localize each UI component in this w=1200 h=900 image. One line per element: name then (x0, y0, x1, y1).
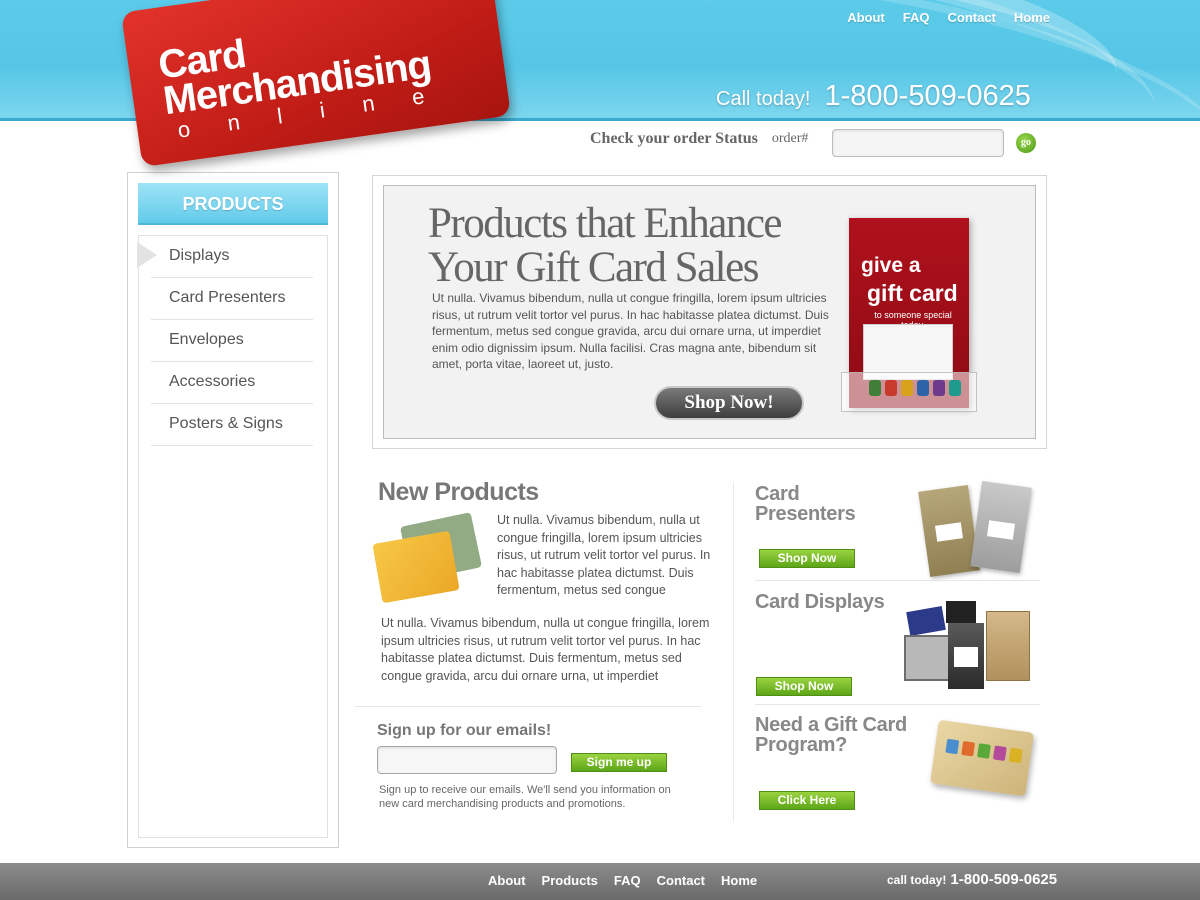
footer-phone: 1-800-509-0625 (950, 871, 1058, 888)
card-displays-shop-button[interactable]: Shop Now (756, 677, 852, 696)
top-nav-home[interactable]: Home (1014, 10, 1050, 25)
gift-card-display-image: give a gift card to someone special toda… (839, 212, 979, 412)
card-displays-image (900, 595, 1035, 695)
footer-nav-about[interactable]: About (488, 873, 526, 888)
sign-me-up-button[interactable]: Sign me up (571, 753, 667, 772)
order-number-label: order# (771, 131, 809, 146)
presenter-window (987, 520, 1015, 540)
signup-text: Sign up to receive our emails. We'll sen… (379, 784, 671, 810)
top-nav-contact[interactable]: Contact (947, 10, 995, 25)
divider (755, 580, 1040, 581)
call-today-label: Call today! (716, 88, 811, 110)
footer: About Products FAQ Contact Home call tod… (0, 863, 1200, 900)
signup-title: Sign up for our emails! (377, 722, 552, 739)
display-card (954, 647, 978, 667)
hero-text: Ut nulla. Vivamus bibendum, nulla ut con… (432, 291, 829, 371)
sidebar-item-posters-signs[interactable]: Posters & Signs (151, 404, 313, 446)
new-products-title: New Products (378, 478, 539, 506)
phone-number: 1-800-509-0625 (824, 80, 1031, 112)
click-here-button[interactable]: Click Here (759, 791, 855, 810)
new-products-text-2: Ut nulla. Vivamus bibendum, nulla ut con… (381, 616, 710, 683)
hero-title: Products that Enhance Your Gift Card Sal… (428, 200, 783, 291)
sidebar-item-accessories[interactable]: Accessories (151, 362, 313, 404)
display-box (986, 611, 1030, 681)
card-presenters-title: Card Presenters (755, 483, 856, 525)
footer-call: call today! 1-800-509-0625 (887, 871, 1057, 888)
hero-banner: Products that Enhance Your Gift Card Sal… (372, 175, 1047, 449)
display-sign-black (946, 601, 976, 623)
card-displays-title: Card Displays (755, 591, 885, 613)
card-presenters-image (918, 480, 1035, 580)
new-products-text-1: Ut nulla. Vivamus bibendum, nulla ut con… (497, 513, 711, 597)
display-text-2: gift card (867, 280, 958, 306)
sidebar-item-card-presenters[interactable]: Card Presenters (151, 278, 313, 320)
footer-nav-contact[interactable]: Contact (657, 873, 705, 888)
gift-card-program-image (930, 719, 1035, 800)
card-yellow (372, 530, 460, 604)
sidebar-item-displays[interactable]: Displays (151, 236, 313, 278)
display-text-1: give a (861, 254, 921, 277)
sidebar-menu: Displays Card Presenters Envelopes Acces… (137, 235, 328, 838)
order-status-label: Check your order Status (590, 130, 758, 147)
column-divider (733, 482, 734, 822)
top-nav: About FAQ Contact Home (847, 10, 1050, 25)
divider (755, 704, 1040, 705)
display-sign-blue (906, 606, 946, 636)
sidebar: PRODUCTS Displays Card Presenters Envelo… (127, 172, 339, 848)
gift-cards-image (372, 512, 490, 605)
divider (355, 706, 701, 707)
display-rack (904, 635, 950, 681)
top-nav-about[interactable]: About (847, 10, 885, 25)
footer-nav: About Products FAQ Contact Home (488, 873, 757, 888)
sidebar-item-envelopes[interactable]: Envelopes (151, 320, 313, 362)
order-go-button[interactable]: go (1016, 133, 1036, 153)
sidebar-heading: PRODUCTS (138, 183, 328, 225)
order-number-input[interactable] (832, 129, 1004, 157)
gift-card-program-title: Need a Gift Card Program? (755, 714, 907, 756)
display-card-slots (869, 380, 961, 396)
shop-now-button[interactable]: Shop Now! (654, 386, 804, 420)
order-status: Check your order Status order# (590, 130, 808, 148)
logo[interactable]: Card Merchandising online (120, 0, 512, 168)
card-presenters-shop-button[interactable]: Shop Now (759, 549, 855, 568)
footer-nav-home[interactable]: Home (721, 873, 757, 888)
hero-banner-inner: Products that Enhance Your Gift Card Sal… (383, 185, 1036, 439)
call-today: Call today! 1-800-509-0625 (716, 80, 1031, 113)
top-nav-faq[interactable]: FAQ (903, 10, 930, 25)
footer-call-label: call today! (887, 873, 947, 887)
footer-nav-faq[interactable]: FAQ (614, 873, 641, 888)
footer-nav-products[interactable]: Products (542, 873, 598, 888)
email-input[interactable] (377, 746, 557, 774)
